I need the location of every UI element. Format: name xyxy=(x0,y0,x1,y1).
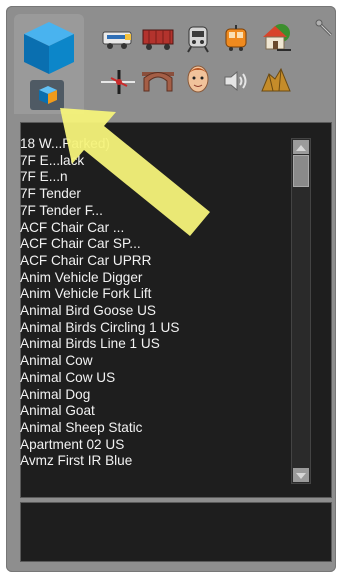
arrow-up-icon xyxy=(296,145,306,151)
speaker-icon[interactable] xyxy=(218,66,254,96)
scroll-thumb[interactable] xyxy=(293,155,309,187)
list-item[interactable]: Apartment 02 US xyxy=(20,437,270,454)
house-icon[interactable] xyxy=(258,22,294,52)
freight-car-icon[interactable] xyxy=(140,24,176,54)
scroll-down-button[interactable] xyxy=(293,468,309,482)
list-item[interactable]: Avmz First IR Blue xyxy=(20,453,270,470)
person-icon[interactable] xyxy=(180,64,216,94)
list-item[interactable]: Animal Dog xyxy=(20,387,270,404)
objects-cube-icon xyxy=(24,22,74,74)
list-item[interactable]: Anim Vehicle Digger xyxy=(20,270,270,287)
pointer-arrow-icon xyxy=(60,108,210,236)
list-item[interactable]: Animal Sheep Static xyxy=(20,420,270,437)
list-item[interactable]: Animal Cow US xyxy=(20,370,270,387)
list-item[interactable]: Animal Bird Goose US xyxy=(20,303,270,320)
small-cube-icon xyxy=(39,86,57,104)
subcategory-tab-objects[interactable] xyxy=(30,80,64,110)
signal-icon[interactable] xyxy=(100,66,136,96)
list-item[interactable]: ACF Chair Car UPRR xyxy=(20,253,270,270)
passenger-car-icon[interactable] xyxy=(180,24,216,54)
bridge-icon[interactable] xyxy=(140,66,176,96)
list-item[interactable]: Animal Birds Line 1 US xyxy=(20,336,270,353)
rocks-icon[interactable] xyxy=(258,64,294,94)
arrow-down-icon xyxy=(296,473,306,479)
scroll-up-button[interactable] xyxy=(293,140,309,154)
description-box xyxy=(20,502,332,562)
list-item[interactable]: Anim Vehicle Fork Lift xyxy=(20,286,270,303)
locomotive-icon[interactable] xyxy=(100,24,136,54)
list-item[interactable]: Animal Birds Circling 1 US xyxy=(20,320,270,337)
list-item[interactable]: Animal Cow xyxy=(20,353,270,370)
list-item[interactable]: Animal Goat xyxy=(20,403,270,420)
list-scrollbar[interactable] xyxy=(291,138,311,484)
resize-grip-icon[interactable] xyxy=(314,18,334,38)
tram-icon[interactable] xyxy=(218,24,254,54)
